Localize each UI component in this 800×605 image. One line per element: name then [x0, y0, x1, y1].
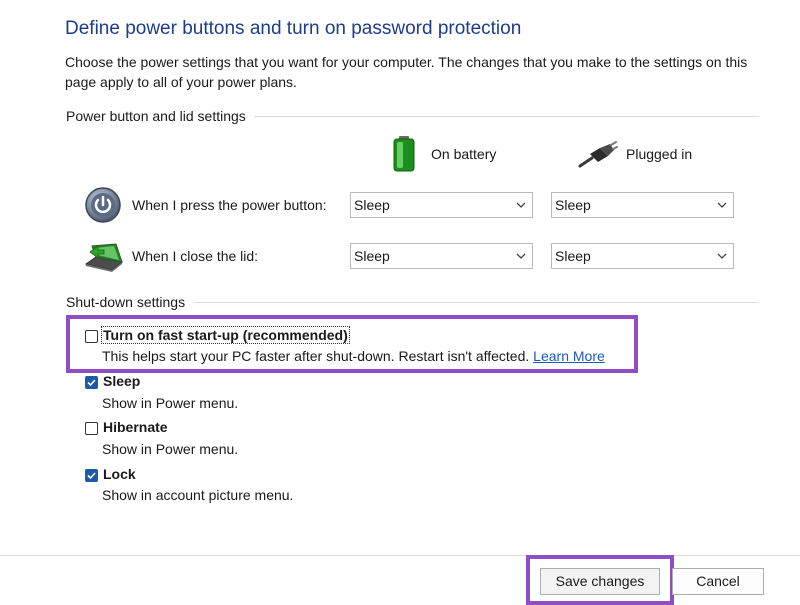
- save-changes-button[interactable]: Save changes: [540, 568, 660, 595]
- page-description: Choose the power settings that you want …: [65, 54, 748, 90]
- footer-divider: [0, 555, 800, 556]
- lock-checkbox[interactable]: [85, 469, 98, 482]
- checkmark-icon: [87, 379, 96, 387]
- chevron-down-icon: [516, 202, 526, 208]
- fast-startup-description-text: This helps start your PC faster after sh…: [102, 348, 530, 364]
- lid-plugged-select[interactable]: Sleep: [551, 243, 734, 269]
- fast-startup-highlight: [66, 315, 638, 373]
- hibernate-checkbox[interactable]: [85, 422, 98, 435]
- power-button-icon: [84, 186, 122, 224]
- column-header-battery: On battery: [431, 146, 497, 162]
- chevron-down-icon: [516, 253, 526, 259]
- fast-startup-checkbox[interactable]: [85, 330, 98, 343]
- power-button-battery-select[interactable]: Sleep: [350, 192, 533, 218]
- hibernate-description: Show in Power menu.: [102, 441, 239, 457]
- power-button-row-label: When I press the power button:: [132, 197, 327, 213]
- select-value: Sleep: [354, 197, 390, 213]
- page-title: Define power buttons and turn on passwor…: [65, 18, 522, 39]
- fast-startup-description: This helps start your PC faster after sh…: [102, 348, 605, 364]
- lid-battery-select[interactable]: Sleep: [350, 243, 533, 269]
- cancel-button[interactable]: Cancel: [672, 568, 764, 595]
- sleep-label[interactable]: Sleep: [103, 373, 140, 389]
- learn-more-link[interactable]: Learn More: [533, 348, 605, 364]
- lid-row-label: When I close the lid:: [132, 248, 259, 264]
- power-section-label: Power button and lid settings: [66, 108, 254, 124]
- battery-icon: [389, 135, 419, 173]
- sleep-checkbox[interactable]: [85, 376, 98, 389]
- lock-label[interactable]: Lock: [103, 466, 136, 482]
- chevron-down-icon: [717, 202, 727, 208]
- shutdown-section-label: Shut-down settings: [66, 294, 194, 310]
- column-header-plugged: Plugged in: [626, 146, 693, 162]
- checkmark-icon: [87, 472, 96, 480]
- select-value: Sleep: [354, 248, 390, 264]
- power-plug-icon: [578, 140, 618, 168]
- lock-description: Show in account picture menu.: [102, 487, 294, 503]
- hibernate-label[interactable]: Hibernate: [103, 419, 168, 435]
- laptop-lid-icon: [82, 240, 124, 274]
- chevron-down-icon: [717, 253, 727, 259]
- select-value: Sleep: [555, 248, 591, 264]
- fast-startup-label[interactable]: Turn on fast start-up (recommended): [101, 326, 350, 344]
- sleep-description: Show in Power menu.: [102, 395, 239, 411]
- power-button-plugged-select[interactable]: Sleep: [551, 192, 734, 218]
- select-value: Sleep: [555, 197, 591, 213]
